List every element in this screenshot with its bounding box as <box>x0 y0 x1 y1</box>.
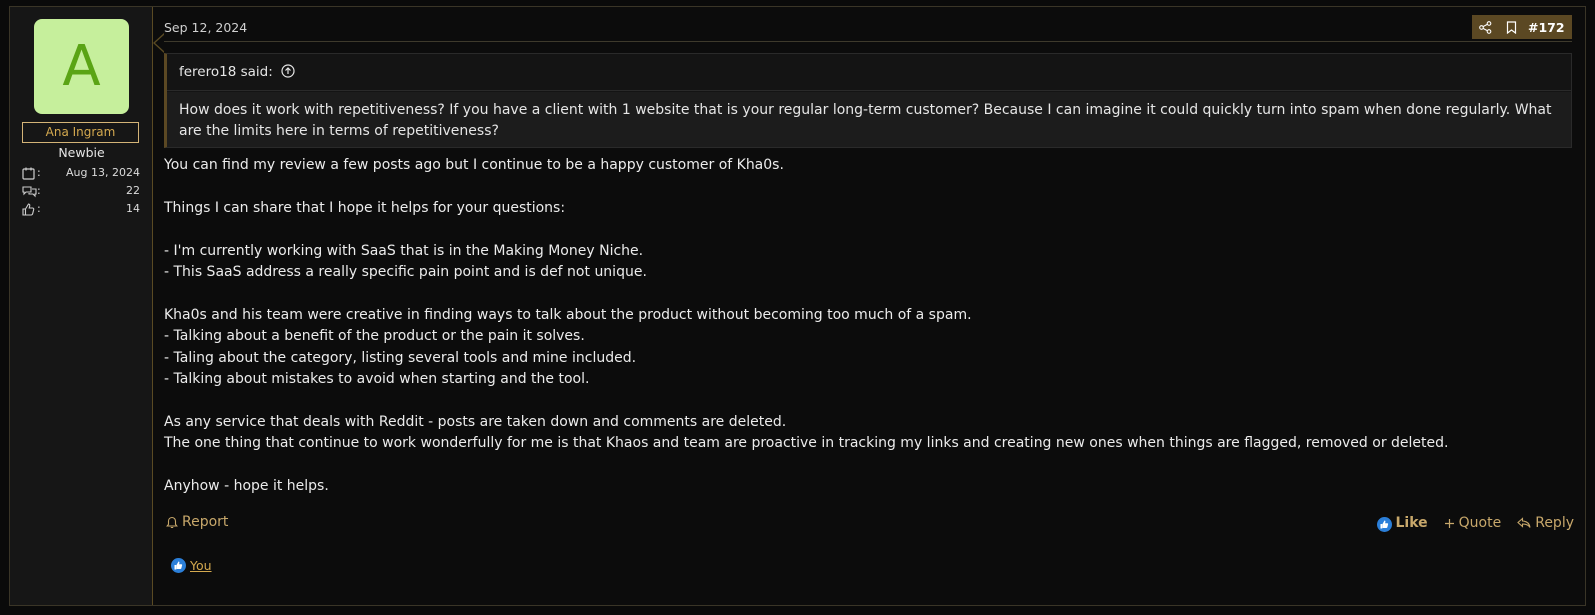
reaction-like-icon <box>171 558 186 573</box>
stat-colon: : <box>37 166 41 179</box>
quote-block: ferero18 said: How does it work with rep… <box>164 53 1572 148</box>
post-date[interactable]: Sep 12, 2024 <box>164 20 247 35</box>
stat-colon: : <box>37 202 41 215</box>
stat-reactions-value: 14 <box>126 202 140 215</box>
user-title: Newbie <box>58 145 105 160</box>
post-line: Anyhow - hope it helps. <box>164 478 329 495</box>
stat-reactions: : 14 <box>22 202 140 218</box>
plus-icon <box>1444 518 1454 528</box>
post-line: - Talking about mistakes to avoid when s… <box>164 371 590 388</box>
calendar-icon <box>22 167 35 180</box>
messages-icon <box>22 186 37 198</box>
reactions-bar: You <box>171 558 212 573</box>
like-icon <box>1376 517 1392 532</box>
reaction-users-link[interactable]: You <box>190 558 212 573</box>
like-label: Like <box>1395 515 1428 531</box>
quote-author: ferero18 said: <box>179 64 273 80</box>
post-line: Things I can share that I hope it helps … <box>164 199 566 216</box>
stat-joined: : Aug 13, 2024 <box>22 166 140 182</box>
header-divider <box>164 41 1572 42</box>
quote-label: Quote <box>1458 515 1502 531</box>
quote-button[interactable]: Quote <box>1444 515 1502 531</box>
post-number[interactable]: #172 <box>1524 15 1571 39</box>
post-body: You can find my review a few posts ago b… <box>164 155 1571 498</box>
avatar[interactable]: A <box>34 19 129 114</box>
stat-colon: : <box>37 184 41 197</box>
report-label: Report <box>182 514 229 530</box>
post-line: The one thing that continue to work wond… <box>164 435 1449 452</box>
stat-messages-value: 22 <box>126 184 140 197</box>
reply-label: Reply <box>1535 515 1574 531</box>
thumbs-up-icon <box>22 203 35 216</box>
username[interactable]: Ana Ingram <box>22 122 139 143</box>
post-line: Kha0s and his team were creative in find… <box>164 306 972 323</box>
post-line <box>164 390 1571 411</box>
user-sidebar: A Ana Ingram Newbie : Aug 13, 2024 : 22 <box>10 7 153 605</box>
quote-text: How does it work with repetitiveness? If… <box>167 92 1571 147</box>
post-line <box>164 176 1571 197</box>
post-line <box>164 455 1571 476</box>
post-line: As any service that deals with Reddit - … <box>164 413 787 430</box>
stat-messages: : 22 <box>22 184 140 200</box>
post-actions: Like Quote Reply <box>1376 514 1574 532</box>
post-line <box>164 283 1571 304</box>
quote-header[interactable]: ferero18 said: <box>167 54 1571 91</box>
stat-joined-value: Aug 13, 2024 <box>66 166 140 179</box>
arrow-up-circle-icon <box>281 64 295 78</box>
report-button[interactable]: Report <box>166 514 228 530</box>
post-line <box>164 219 1571 240</box>
share-icon <box>1478 20 1491 34</box>
like-button[interactable]: Like <box>1376 514 1428 532</box>
post-line: - Talking about a benefit of the product… <box>164 328 585 345</box>
post-toolbar: #172 <box>1472 15 1572 39</box>
post-line: - I'm currently working with SaaS that i… <box>164 242 644 259</box>
bell-icon <box>166 516 178 528</box>
bookmark-button[interactable] <box>1498 15 1524 39</box>
post-line: You can find my review a few posts ago b… <box>164 157 784 173</box>
bookmark-icon <box>1506 20 1516 34</box>
share-button[interactable] <box>1472 15 1498 39</box>
reply-button[interactable]: Reply <box>1517 515 1574 531</box>
post-line: - Taling about the category, listing sev… <box>164 349 637 366</box>
reply-icon <box>1517 517 1531 528</box>
forum-post: A Ana Ingram Newbie : Aug 13, 2024 : 22 <box>9 6 1586 606</box>
post-main: Sep 12, 2024 #172 ferero18 said: How doe… <box>153 7 1585 605</box>
post-line: - This SaaS address a really specific pa… <box>164 264 647 281</box>
